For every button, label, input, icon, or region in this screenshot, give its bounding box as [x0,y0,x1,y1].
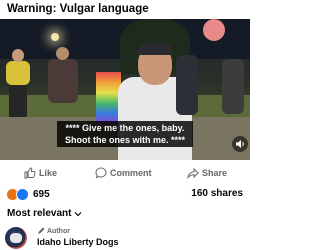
caption-line: Shoot the ones with me. **** [64,135,185,145]
share-label: Share [202,168,228,178]
person-background [222,59,244,114]
comment-label: Comment [110,168,152,178]
street-light [51,33,59,41]
caption-line: **** Give me the ones, baby. [65,123,185,133]
share-arrow-icon [187,167,199,179]
comment-bubble-icon [95,167,107,179]
comment-button[interactable]: Comment [95,167,152,179]
comment-item: Author Idaho Liberty Dogs [5,227,250,250]
pen-icon [38,227,45,234]
reaction-summary[interactable]: 695 [6,187,50,201]
person-plaid [48,59,78,103]
dog-shape [10,233,22,243]
person-head [12,49,24,62]
video-player[interactable]: **** Give me the ones, baby. Shoot the o… [0,19,250,160]
person-head [56,47,69,60]
person-yellow-shirt [6,61,30,85]
person-background [176,55,198,115]
post-warning: Warning: Vulgar language [7,3,149,15]
thumbs-up-icon [24,167,36,179]
person-legs [9,85,27,117]
video-caption: **** Give me the ones, baby. Shoot the o… [57,121,193,147]
avatar[interactable] [5,227,27,249]
volume-button[interactable] [232,136,248,152]
share-button[interactable]: Share [187,167,227,179]
comment-sort-dropdown[interactable]: Most relevant [7,208,82,219]
like-label: Like [39,168,58,178]
like-reaction-icon [16,187,29,201]
author-badge-label: Author [47,227,70,235]
comment-author-name[interactable]: Idaho Liberty Dogs [37,237,119,247]
post-actions: Like Comment Share [0,162,250,184]
like-button[interactable]: Like [24,167,57,179]
person-cap [138,43,172,55]
author-badge: Author [37,227,70,235]
chevron-down-icon [75,211,82,216]
speaker-icon [236,140,244,148]
sign-shape [203,19,225,41]
reaction-count: 695 [33,188,50,200]
sort-label: Most relevant [7,208,72,219]
shares-count[interactable]: 160 shares [191,187,243,201]
